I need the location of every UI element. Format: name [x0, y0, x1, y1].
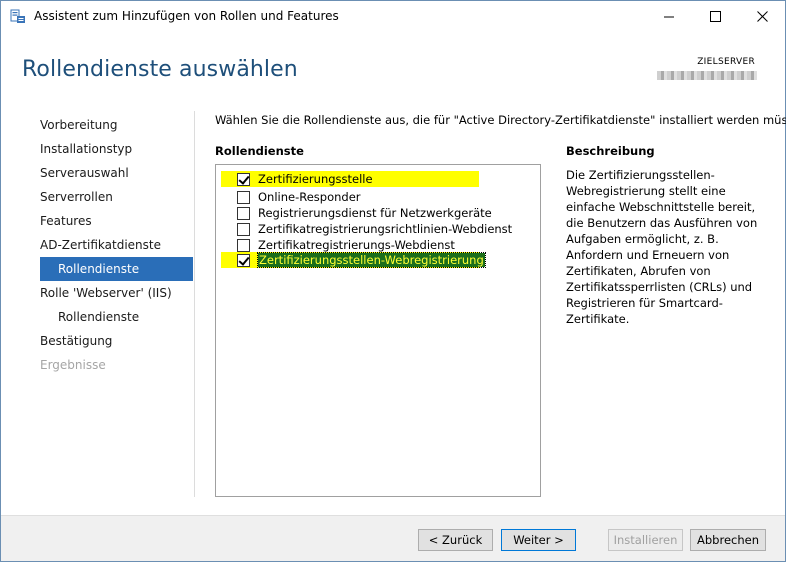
nav-divider — [194, 111, 195, 497]
maximize-icon — [709, 11, 721, 22]
title-bar[interactable]: Assistent zum Hinzufügen von Rollen und … — [1, 1, 785, 32]
nav-item-features[interactable]: Features — [25, 209, 193, 233]
nav-item-webserver-rollendienste[interactable]: Rollendienste — [25, 305, 193, 329]
role-label: Zertifikatregistrierungs-Webdienst — [258, 238, 455, 252]
role-row-webregistrierung[interactable]: Zertifizierungsstellen-Webregistrierung — [221, 252, 486, 268]
server-manager-icon — [10, 9, 26, 24]
checkbox-registrierungsdienst[interactable] — [237, 206, 250, 220]
nav-item-rolle-webserver[interactable]: Rolle 'Webserver' (IIS) — [25, 281, 193, 305]
checkbox-zertifizierungsstelle[interactable] — [237, 172, 250, 186]
instruction-text: Wählen Sie die Rollendienste aus, die fü… — [215, 113, 786, 127]
role-row-registrierungs-webdienst[interactable]: Zertifikatregistrierungs-Webdienst — [221, 237, 455, 253]
role-label: Zertifikatregistrierungsrichtlinien-Webd… — [258, 222, 513, 236]
role-row-zertifizierungsstelle[interactable]: Zertifizierungsstelle — [221, 171, 479, 187]
next-button[interactable]: Weiter > — [501, 529, 576, 551]
wizard-window: Assistent zum Hinzufügen von Rollen und … — [0, 0, 786, 562]
checkbox-registrierungs-webdienst[interactable] — [237, 238, 250, 252]
role-services-list[interactable]: Zertifizierungsstelle Online-Responder R… — [215, 164, 541, 497]
nav-item-serverrollen[interactable]: Serverrollen — [25, 185, 193, 209]
nav-item-ergebnisse: Ergebnisse — [40, 358, 106, 372]
role-label: Registrierungsdienst für Netzwerkgeräte — [258, 206, 492, 220]
window-title: Assistent zum Hinzufügen von Rollen und … — [34, 9, 339, 23]
nav-item-vorbereitung[interactable]: Vorbereitung — [25, 113, 193, 137]
role-label: Zertifizierungsstelle — [258, 172, 373, 186]
back-button[interactable]: < Zurück — [418, 529, 493, 551]
description-header: Beschreibung — [566, 144, 655, 158]
target-server-name-redacted — [657, 71, 757, 80]
nav-item-serverauswahl[interactable]: Serverauswahl — [25, 161, 193, 185]
close-button[interactable] — [739, 1, 785, 32]
wizard-footer: < Zurück Weiter > Installieren Abbrechen — [1, 515, 785, 561]
minimize-button[interactable] — [646, 1, 692, 32]
page-title: Rollendienste auswählen — [22, 57, 298, 82]
checkbox-richtlinien-webdienst[interactable] — [237, 222, 250, 236]
nav-item-installationstyp[interactable]: Installationstyp — [25, 137, 193, 161]
nav-item-bestaetigung[interactable]: Bestätigung — [25, 329, 193, 353]
role-row-richtlinien-webdienst[interactable]: Zertifikatregistrierungsrichtlinien-Webd… — [221, 221, 512, 237]
nav-item-rollendienste-active[interactable]: Rollendienste — [40, 257, 193, 281]
roles-header: Rollendienste — [215, 144, 304, 158]
role-row-registrierungsdienst[interactable]: Registrierungsdienst für Netzwerkgeräte — [221, 205, 492, 221]
nav-item-ad-zertifikatdienste[interactable]: AD-Zertifikatdienste — [25, 233, 193, 257]
target-server-label: ZIELSERVER — [697, 57, 755, 67]
description-text: Die Zertifizierungsstellen-Webregistrier… — [566, 168, 758, 326]
maximize-button[interactable] — [692, 1, 738, 32]
cancel-button[interactable]: Abbrechen — [690, 529, 766, 551]
role-label-selected: Zertifizierungsstellen-Webregistrierung — [257, 252, 486, 268]
close-icon — [756, 11, 768, 22]
wizard-navigation: Vorbereitung Installationstyp Serverausw… — [25, 113, 193, 377]
checkbox-online-responder[interactable] — [237, 190, 250, 204]
checkbox-webregistrierung[interactable] — [237, 253, 250, 267]
role-label: Online-Responder — [258, 190, 361, 204]
role-row-online-responder[interactable]: Online-Responder — [221, 189, 361, 205]
install-button: Installieren — [608, 529, 683, 551]
minimize-icon — [663, 16, 674, 18]
